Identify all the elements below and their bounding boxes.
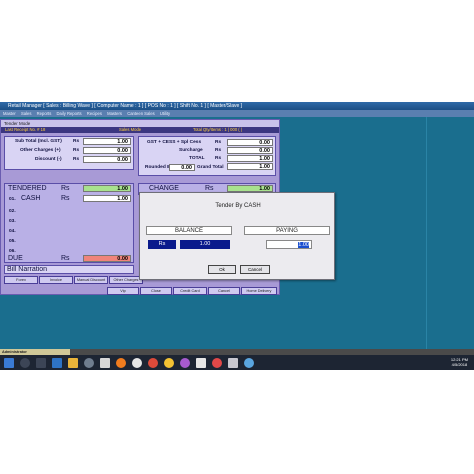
surcharge-label: Surcharge bbox=[179, 148, 203, 153]
system-clock[interactable]: 12:21 PM 4/5/2018 bbox=[451, 357, 468, 367]
subtotal-panel: Sub Total (Incl. GST) Rs 1.00 Other Char… bbox=[4, 136, 134, 170]
gst-label: GST + CESS + Spl Cess bbox=[147, 140, 202, 145]
line-number: 03. bbox=[9, 219, 16, 224]
vip-button[interactable]: Vip bbox=[107, 287, 139, 295]
app-title-bar: Retail Manager [ Sales : Billing Wave ] … bbox=[0, 102, 474, 110]
forex-button[interactable]: Forex bbox=[4, 276, 38, 284]
bill-narration-row: Bill Narration bbox=[4, 265, 134, 274]
line-number: 04. bbox=[9, 229, 16, 234]
menu-recipes[interactable]: Recipes bbox=[87, 111, 102, 116]
paying-value: 1.00 bbox=[298, 242, 309, 248]
subtotal-unit: Rs bbox=[73, 139, 80, 144]
rounded-by-value: 0.00 bbox=[169, 164, 195, 171]
tender-window-title: Tender Mode bbox=[1, 120, 279, 127]
cancel-button[interactable]: Cancel bbox=[240, 265, 270, 274]
window-icon[interactable] bbox=[100, 358, 110, 368]
app-icon[interactable] bbox=[164, 358, 174, 368]
ok-button[interactable]: Ok bbox=[208, 265, 236, 274]
line-number: 02. bbox=[9, 209, 16, 214]
balance-unit: Rs bbox=[148, 240, 176, 249]
cancel-tender-button[interactable]: Cancel bbox=[208, 287, 240, 295]
line-number: 06. bbox=[9, 249, 16, 254]
discount-label: Discount (-) bbox=[35, 157, 62, 162]
credit-card-button[interactable]: Credit Card bbox=[173, 287, 207, 295]
menu-masters[interactable]: Masters bbox=[107, 111, 122, 116]
manual-discount-button[interactable]: Manual Discount bbox=[74, 276, 108, 284]
totals-panel: GST + CESS + Spl Cess Rs 0.00 Surcharge … bbox=[138, 136, 276, 176]
grand-total-value: 1.00 bbox=[227, 163, 273, 170]
tendered-label: TENDERED bbox=[8, 185, 47, 192]
bill-narration-label: Bill Narration bbox=[7, 266, 48, 273]
store-icon[interactable] bbox=[196, 358, 206, 368]
tools-icon[interactable] bbox=[84, 358, 94, 368]
discount-value[interactable]: 0.00 bbox=[83, 156, 131, 163]
menu-reports[interactable]: Reports bbox=[37, 111, 52, 116]
gst-unit: Rs bbox=[215, 140, 222, 145]
cash-value[interactable]: 1.00 bbox=[83, 195, 131, 202]
paying-input[interactable]: 1.00 bbox=[266, 240, 312, 249]
menu-canteen-sales[interactable]: Canteen Sales bbox=[127, 111, 154, 116]
cash-unit: Rs bbox=[61, 195, 70, 202]
total-label: TOTAL bbox=[189, 156, 205, 161]
subtotal-label: Sub Total (Incl. GST) bbox=[15, 139, 62, 144]
close-button[interactable]: Close bbox=[140, 287, 172, 295]
other-charges-value[interactable]: 0.00 bbox=[83, 147, 131, 154]
tendered-value: 1.00 bbox=[83, 185, 131, 192]
taskbar: 12:21 PM 4/5/2018 bbox=[0, 355, 474, 370]
change-unit: Rs bbox=[205, 185, 214, 192]
divider bbox=[426, 117, 427, 357]
home-delivery-button[interactable]: Home Delivery bbox=[241, 287, 277, 295]
search-icon[interactable] bbox=[20, 358, 30, 368]
surcharge-unit: Rs bbox=[215, 148, 222, 153]
invoice-button[interactable]: Invoice bbox=[39, 276, 73, 284]
menu-daily-reports[interactable]: Daily Reports bbox=[56, 111, 81, 116]
due-label: DUE bbox=[8, 255, 23, 262]
gst-value: 0.00 bbox=[227, 139, 273, 146]
app-icon[interactable] bbox=[52, 358, 62, 368]
tendered-panel: TENDERED Rs 1.00 01. CASH Rs 1.00 02. 03… bbox=[4, 183, 134, 263]
menu-utility[interactable]: Utility bbox=[160, 111, 170, 116]
screen: Retail Manager [ Sales : Billing Wave ] … bbox=[0, 102, 474, 370]
menu-bar: Master Sales Reports Daily Reports Recip… bbox=[0, 110, 474, 117]
other-charges-unit: Rs bbox=[73, 148, 80, 153]
media-icon[interactable] bbox=[132, 358, 142, 368]
line-number: 05. bbox=[9, 239, 16, 244]
other-charges-button[interactable]: Other Charges bbox=[109, 276, 143, 284]
tender-by-cash-dialog: Tender By CASH BALANCE PAYING Rs 1.00 1.… bbox=[139, 192, 335, 280]
menu-sales[interactable]: Sales bbox=[21, 111, 31, 116]
tender-header-bar: Last Receipt No. # 18 Sales Mode Total Q… bbox=[1, 127, 279, 133]
paying-header: PAYING bbox=[244, 226, 330, 235]
due-unit: Rs bbox=[61, 255, 70, 262]
due-value: 0.00 bbox=[83, 255, 131, 262]
total-value: 1.00 bbox=[227, 155, 273, 162]
balance-header: BALANCE bbox=[146, 226, 232, 235]
app-icon[interactable] bbox=[244, 358, 254, 368]
other-charges-label: Other Charges (+) bbox=[20, 148, 61, 153]
balance-value: 1.00 bbox=[180, 240, 230, 249]
app-icon[interactable] bbox=[180, 358, 190, 368]
firefox-icon[interactable] bbox=[116, 358, 126, 368]
discount-unit: Rs bbox=[73, 157, 80, 162]
cash-line-number: 01. bbox=[9, 197, 16, 202]
sales-mode-label: Sales Mode bbox=[119, 127, 142, 132]
change-value: 1.00 bbox=[227, 185, 273, 192]
subtotal-value: 1.00 bbox=[83, 138, 131, 145]
change-label: CHANGE bbox=[149, 185, 179, 192]
chrome-icon[interactable] bbox=[148, 358, 158, 368]
folder-icon[interactable] bbox=[68, 358, 78, 368]
start-icon[interactable] bbox=[4, 358, 14, 368]
total-qty-label: Total Qty/Items : 1 | 000 ( ) bbox=[193, 127, 243, 132]
dialog-title: Tender By CASH bbox=[215, 203, 261, 209]
grand-total-label: Grand Total bbox=[197, 165, 224, 170]
cash-label: CASH bbox=[21, 195, 41, 202]
menu-master[interactable]: Master bbox=[3, 111, 16, 116]
last-receipt-label: Last Receipt No. # 18 bbox=[5, 127, 46, 132]
total-unit: Rs bbox=[215, 156, 222, 161]
surcharge-value: 0.00 bbox=[227, 147, 273, 154]
paint-icon[interactable] bbox=[228, 358, 238, 368]
clock-date: 4/5/2018 bbox=[451, 362, 468, 367]
app-icon[interactable] bbox=[212, 358, 222, 368]
task-view-icon[interactable] bbox=[36, 358, 46, 368]
tendered-unit: Rs bbox=[61, 185, 70, 192]
